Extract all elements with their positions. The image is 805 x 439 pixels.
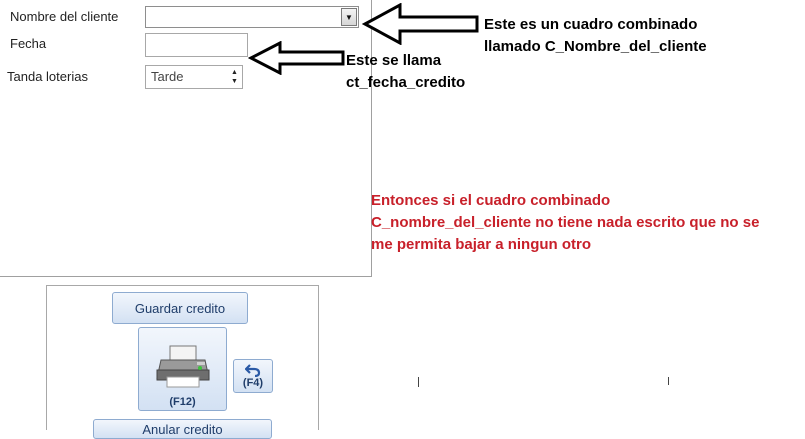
combo-annotation: Este es un cuadro combinado llamado C_No… (484, 14, 707, 58)
date-annotation-line1: Este se llama (346, 52, 442, 69)
printer-icon (155, 345, 210, 388)
date-field[interactable] (145, 33, 248, 57)
tanda-value: Tarde (151, 69, 184, 84)
cancel-credit-button[interactable]: Anular credito (93, 419, 272, 439)
combo-annotation-line1: Este es un cuadro combinado (484, 16, 698, 33)
spin-down-icon[interactable]: ▼ (229, 77, 240, 86)
save-credit-button[interactable]: Guardar credito (112, 292, 248, 324)
tanda-label: Tanda loterias (7, 69, 88, 84)
date-annotation-line2: ct_fecha_credito (346, 74, 466, 91)
undo-arrow-icon (245, 364, 261, 377)
left-arrow-icon (362, 3, 479, 45)
print-button[interactable]: (F12) (138, 327, 227, 411)
client-name-label: Nombre del cliente (10, 9, 119, 24)
date-annotation: Este se llama ct_fecha_credito (346, 50, 465, 94)
stray-mark (668, 377, 669, 385)
question-annotation: Entonces si el cuadro combinado C_nombre… (371, 190, 759, 256)
date-label: Fecha (10, 36, 47, 51)
undo-shortcut: (F4) (242, 377, 264, 389)
spin-up-icon[interactable]: ▲ (229, 68, 240, 77)
question-line3: me permita bajar a ningun otro (371, 236, 592, 253)
client-name-combobox[interactable]: ▼ (145, 6, 359, 28)
combo-annotation-line2: llamado C_Nombre_del_cliente (484, 38, 707, 55)
question-line2: C_nombre_del_cliente no tiene nada escri… (371, 214, 760, 231)
undo-button[interactable]: (F4) (233, 359, 273, 393)
stray-mark (418, 377, 419, 387)
question-line1: Entonces si el cuadro combinado (371, 192, 611, 209)
tanda-spinner[interactable]: Tarde ▲ ▼ (145, 65, 243, 89)
chevron-down-icon[interactable]: ▼ (341, 8, 357, 26)
print-shortcut: (F12) (169, 396, 196, 408)
left-arrow-icon (248, 41, 345, 75)
action-buttons-panel: Guardar credito (F12) (F4) Anular credit… (46, 285, 319, 439)
